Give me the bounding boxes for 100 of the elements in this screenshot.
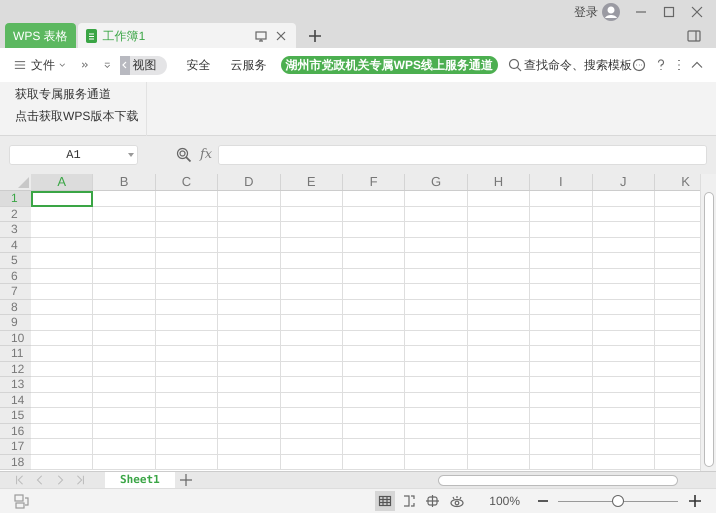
close-icon[interactable] [690, 5, 704, 19]
grid-cell[interactable] [31, 222, 94, 238]
page-layout-icon[interactable] [425, 494, 442, 508]
grid-cell[interactable] [405, 253, 468, 268]
more-icon[interactable] [676, 58, 682, 72]
grid-cell[interactable] [405, 222, 468, 238]
grid-cell[interactable] [592, 191, 655, 206]
grid-cell[interactable] [530, 191, 593, 206]
row-header[interactable]: 12 [0, 362, 31, 377]
grid-cell[interactable] [31, 362, 94, 377]
service-link[interactable]: 获取专属服务通道 [15, 85, 138, 103]
grid-cell[interactable] [280, 253, 343, 268]
grid-cell[interactable] [31, 206, 94, 222]
grid-cell[interactable] [93, 454, 156, 470]
search-field[interactable]: 查找命令、搜索模板 [508, 56, 632, 74]
name-box[interactable]: A1 [9, 145, 138, 165]
scroll-left-button[interactable] [120, 56, 130, 74]
grid-cell[interactable] [31, 392, 94, 408]
grid-cell[interactable] [280, 222, 343, 238]
grid-cell[interactable] [218, 362, 281, 377]
row-header[interactable]: 16 [0, 424, 31, 439]
grid-cell[interactable] [468, 315, 530, 330]
grid-cell[interactable] [280, 268, 343, 284]
row-header[interactable]: 11 [0, 346, 31, 362]
grid-cell[interactable] [342, 238, 406, 253]
grid-cell[interactable] [592, 284, 655, 300]
grid-cell[interactable] [156, 362, 218, 377]
select-all-icon[interactable] [18, 177, 29, 188]
grid-cell[interactable] [592, 346, 655, 362]
row-header[interactable]: 3 [0, 222, 31, 238]
grid-cell[interactable] [31, 424, 94, 439]
grid-cell[interactable] [342, 268, 406, 284]
grid-cell[interactable] [156, 424, 218, 439]
grid-cell[interactable] [93, 330, 156, 346]
avatar-icon[interactable] [602, 3, 620, 21]
grid-cell[interactable] [156, 284, 218, 300]
grid-cell[interactable] [592, 362, 655, 377]
grid-cell[interactable] [156, 408, 218, 424]
row-header[interactable]: 6 [0, 268, 31, 284]
grid-cell[interactable] [156, 330, 218, 346]
zoom-level[interactable]: 100% [489, 492, 520, 510]
grid-cell[interactable] [468, 206, 530, 222]
grid-cell[interactable] [405, 377, 468, 392]
ribbon-tab[interactable]: 安全 [176, 56, 221, 74]
grid-cell[interactable] [156, 222, 218, 238]
grid-cell[interactable] [280, 206, 343, 222]
grid-cell[interactable] [280, 439, 343, 454]
grid-cell[interactable] [592, 300, 655, 315]
grid-cell[interactable] [405, 439, 468, 454]
grid-cell[interactable] [93, 222, 156, 238]
grid-cell[interactable] [93, 191, 156, 206]
grid-cell[interactable] [468, 300, 530, 315]
app-tab[interactable]: WPS 表格 [5, 23, 76, 48]
grid-cell[interactable] [93, 424, 156, 439]
grid-cell[interactable] [218, 300, 281, 315]
grid-cell[interactable] [592, 222, 655, 238]
plus-icon[interactable] [688, 494, 702, 508]
grid-cell[interactable] [342, 284, 406, 300]
grid-cell[interactable] [405, 315, 468, 330]
grid-cell[interactable] [530, 315, 593, 330]
row-header[interactable]: 5 [0, 253, 31, 268]
grid-cell[interactable] [592, 377, 655, 392]
grid-cell[interactable] [342, 424, 406, 439]
grid-cell[interactable] [156, 454, 218, 470]
grid-cell[interactable] [280, 454, 343, 470]
grid-cell[interactable] [156, 346, 218, 362]
grid-cell[interactable] [218, 253, 281, 268]
grid-cell[interactable] [342, 330, 406, 346]
grid-cell[interactable] [93, 238, 156, 253]
page-break-icon[interactable] [401, 494, 418, 508]
ribbon-tab[interactable]: 视图 [130, 56, 167, 74]
grid-cell[interactable] [218, 392, 281, 408]
sidebar-toggle-icon[interactable] [687, 29, 701, 43]
grid-cell[interactable] [280, 191, 343, 206]
row-header[interactable]: 13 [0, 377, 31, 392]
dropdown-icon[interactable] [128, 153, 134, 157]
grid-cell[interactable] [468, 392, 530, 408]
grid-cell[interactable] [93, 377, 156, 392]
grid-cell[interactable] [405, 206, 468, 222]
chat-bubble-icon[interactable] [632, 58, 646, 72]
row-header[interactable]: 7 [0, 284, 31, 300]
grid-cell[interactable] [405, 300, 468, 315]
grid-cell[interactable] [156, 315, 218, 330]
grid-cell[interactable] [31, 408, 94, 424]
grid-cell[interactable] [218, 454, 281, 470]
grid-cell[interactable] [156, 253, 218, 268]
zoom-icon[interactable] [176, 147, 192, 163]
grid-cell[interactable] [31, 330, 94, 346]
grid-cell[interactable] [592, 330, 655, 346]
grid-cell[interactable] [280, 377, 343, 392]
grid-cell[interactable] [280, 300, 343, 315]
grid-cell[interactable] [592, 424, 655, 439]
grid-cell[interactable] [592, 253, 655, 268]
grid-cell[interactable] [218, 238, 281, 253]
grid-cell[interactable] [468, 408, 530, 424]
grid-cell[interactable] [468, 454, 530, 470]
file-menu[interactable]: 文件 [30, 56, 55, 74]
grid-cell[interactable] [468, 439, 530, 454]
zoom-slider[interactable] [558, 495, 678, 507]
function-button[interactable]: fx [200, 145, 212, 165]
